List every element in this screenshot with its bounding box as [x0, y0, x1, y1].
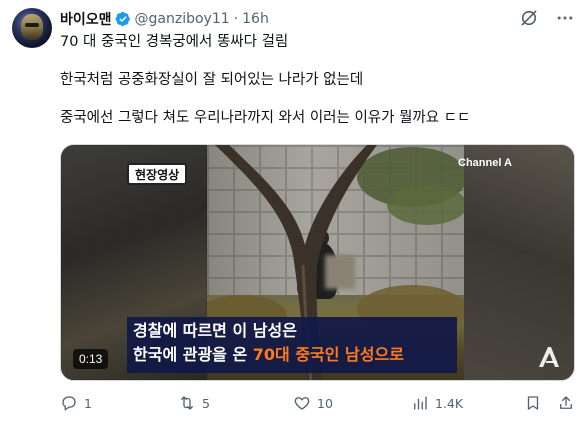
reply-count: 1 — [84, 395, 92, 411]
views-count: 1.4K — [435, 395, 464, 411]
post-text-line-1: 70 대 중국인 경복궁에서 똥싸다 걸림 — [60, 34, 289, 50]
avatar-face — [21, 14, 43, 40]
header-actions — [519, 8, 575, 28]
verified-badge-icon — [115, 11, 130, 27]
reply-icon — [62, 396, 76, 411]
repost-count: 5 — [202, 395, 210, 411]
more-icon[interactable] — [555, 8, 575, 28]
post-text-line-2: 한국처럼 공중화장실이 잘 되어있는 나라가 없는데 — [60, 72, 364, 88]
author-display-name[interactable]: 바이오맨 — [60, 9, 112, 29]
caption-line-2-text: 한국에 관광을 온 — [133, 345, 253, 364]
views-button[interactable]: 1.4K — [411, 394, 463, 412]
video-duration: 0:13 — [73, 349, 109, 369]
avatar[interactable] — [12, 8, 52, 48]
bookmark-button[interactable] — [524, 394, 542, 412]
share-button[interactable] — [557, 394, 575, 412]
caption-highlight: 70대 중국인 남성으로 — [252, 345, 404, 364]
views-icon — [414, 396, 427, 410]
repost-icon — [181, 396, 193, 410]
author-handle[interactable]: @ganziboy11 — [135, 11, 230, 27]
post-header: 바이오맨 @ganziboy11 · 16h — [60, 8, 575, 30]
grok-icon[interactable] — [519, 8, 539, 28]
channel-logo: Channel A — [458, 157, 512, 169]
reply-button[interactable]: 1 — [60, 394, 92, 412]
avatar-eyes — [25, 23, 39, 27]
video-player[interactable]: 현장영상 Channel A 경찰에 따르면 이 남성은 한국에 관광을 온 7… — [60, 144, 575, 381]
like-count: 10 — [317, 395, 333, 411]
separator-dot: · — [233, 11, 239, 27]
like-button[interactable]: 10 — [293, 394, 333, 412]
bookmark-icon — [527, 396, 539, 410]
heart-icon — [294, 397, 310, 410]
caption-line-2: 한국에 관광을 온 70대 중국인 남성으로 — [133, 343, 451, 367]
repost-button[interactable]: 5 — [178, 394, 210, 412]
post-time[interactable]: 16h — [242, 11, 269, 27]
video-caption: 경찰에 따르면 이 남성은 한국에 관광을 온 70대 중국인 남성으로 — [127, 317, 457, 373]
share-icon — [560, 396, 572, 409]
post-text-line-3: 중국에선 그렇다 쳐도 우리나라까지 와서 이러는 이유가 뭘까요 ㄷㄷ — [60, 110, 471, 126]
channel-a-logo-icon — [539, 347, 559, 367]
caption-line-1: 경찰에 따르면 이 남성은 — [133, 321, 297, 340]
news-badge: 현장영상 — [127, 163, 188, 185]
action-bar: 1 5 10 1.4K — [60, 394, 575, 416]
